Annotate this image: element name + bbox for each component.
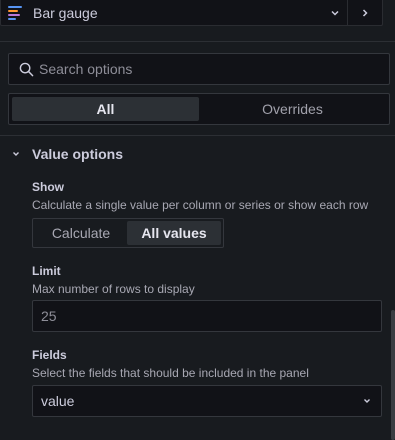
- tab-overrides[interactable]: Overrides: [199, 97, 386, 121]
- search-input[interactable]: [39, 61, 369, 77]
- chevron-down-icon[interactable]: [323, 0, 347, 26]
- fields-label: Fields: [32, 348, 67, 362]
- chevron-down-icon: [9, 147, 23, 161]
- show-label: Show: [32, 180, 64, 194]
- limit-description: Max number of rows to display: [32, 282, 195, 296]
- divider: [0, 135, 395, 136]
- fields-description: Select the fields that should be include…: [32, 366, 309, 380]
- fields-select-value: value: [41, 393, 75, 409]
- limit-label: Limit: [32, 264, 61, 278]
- search-icon: [18, 61, 34, 77]
- chevron-down-icon: [353, 396, 381, 406]
- fields-select[interactable]: value: [32, 385, 382, 417]
- visualization-name: Bar gauge: [33, 4, 98, 21]
- value-options-section-header[interactable]: Value options: [9, 144, 123, 164]
- options-tabs: All Overrides: [8, 93, 390, 125]
- visualization-picker[interactable]: Bar gauge: [0, 0, 383, 26]
- search-options-field[interactable]: [8, 53, 390, 85]
- all-values-option[interactable]: All values: [127, 221, 221, 245]
- section-title: Value options: [32, 146, 124, 162]
- show-description: Calculate a single value per column or s…: [32, 198, 369, 212]
- bar-gauge-icon: [8, 5, 24, 20]
- scrollbar[interactable]: [391, 310, 395, 440]
- limit-input[interactable]: 25: [32, 300, 382, 332]
- calculate-option[interactable]: Calculate: [35, 221, 127, 245]
- chevron-right-icon[interactable]: [348, 0, 382, 26]
- divider: [0, 41, 395, 42]
- show-radio-group: Calculate All values: [32, 218, 224, 248]
- tab-all[interactable]: All: [12, 97, 199, 121]
